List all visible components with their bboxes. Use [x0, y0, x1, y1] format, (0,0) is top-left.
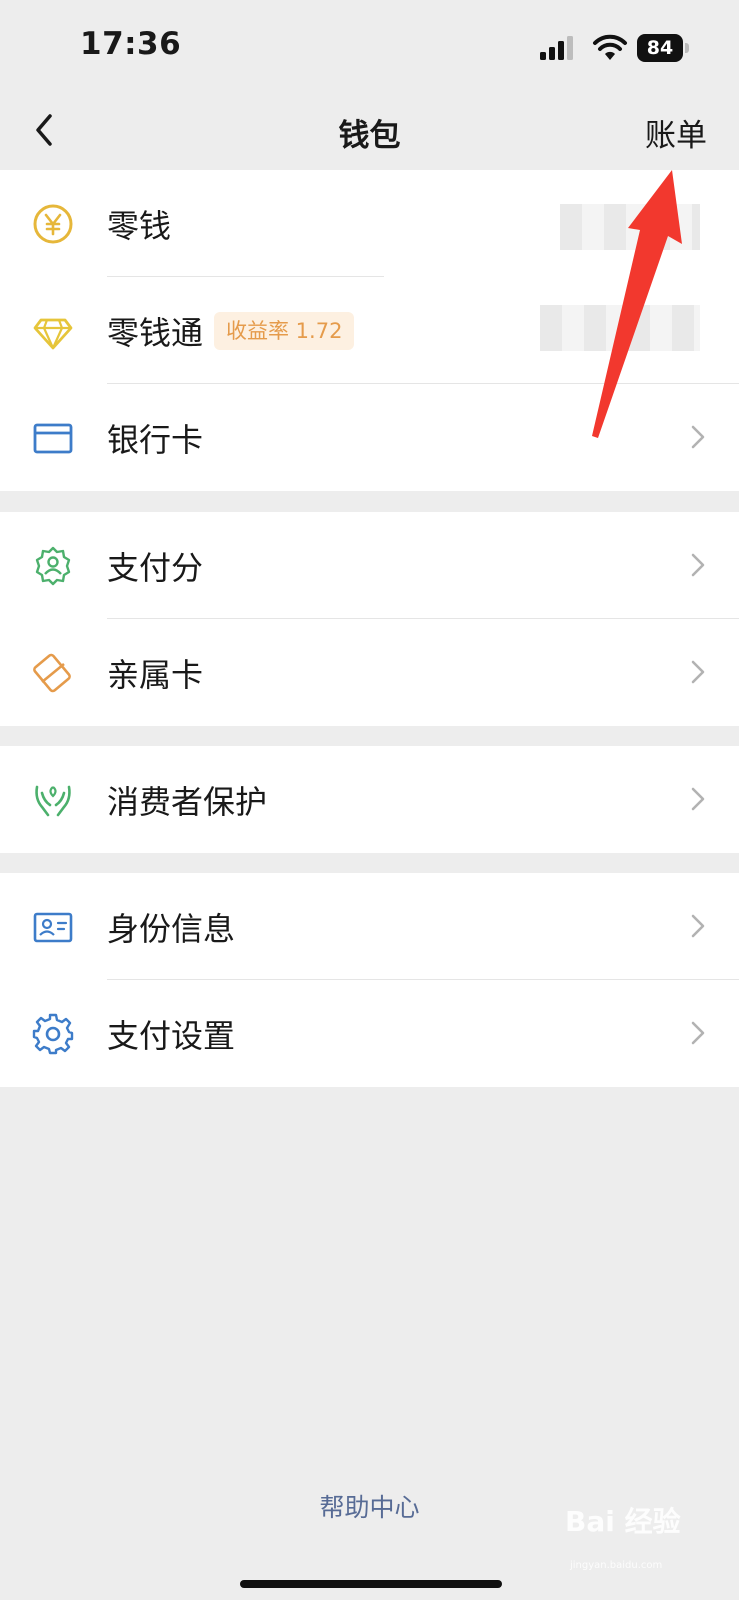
watermark-logo: Bai 经验: [565, 1505, 681, 1538]
list-item-pay-score[interactable]: 支付分: [0, 512, 739, 619]
list-item-label: 支付设置: [107, 1017, 236, 1055]
list-item-label: 消费者保护: [107, 783, 268, 821]
wallet-group-protection: 消费者保护: [0, 746, 739, 853]
list-item-label: 零钱: [107, 207, 172, 245]
wallet-group-settings: 身份信息 支付设置: [0, 873, 739, 1087]
list-item-label: 支付分: [107, 549, 204, 587]
diamond-icon: [33, 318, 73, 350]
chevron-right-icon: [691, 914, 705, 938]
hands-protect-icon: [35, 785, 71, 817]
list-item-label: 亲属卡: [107, 656, 204, 694]
yen-coin-icon: [33, 204, 73, 244]
yield-badge: 收益率 1.72: [214, 312, 355, 350]
chevron-right-icon: [691, 787, 705, 811]
annotation-arrow-icon: [592, 170, 682, 438]
wifi-icon: [593, 34, 627, 60]
wallet-group-services: 支付分 亲属卡: [0, 512, 739, 726]
cellular-signal-icon: [540, 36, 573, 60]
home-indicator[interactable]: [240, 1580, 502, 1588]
battery-indicator: 84: [637, 34, 689, 62]
list-item-label: 身份信息: [107, 910, 236, 948]
list-item-identity[interactable]: 身份信息: [0, 873, 739, 980]
family-card-icon: [33, 653, 71, 693]
badge-person-icon: [35, 546, 71, 586]
watermark-url: jingyan.baidu.com: [570, 1560, 663, 1571]
chevron-right-icon: [691, 1021, 705, 1045]
page-title: 钱包: [338, 118, 401, 154]
gear-icon: [32, 1013, 74, 1055]
list-item-family-card[interactable]: 亲属卡: [0, 619, 739, 726]
list-item-label: 零钱通: [107, 314, 204, 352]
chevron-right-icon: [691, 553, 705, 577]
chevron-right-icon: [691, 660, 705, 684]
status-time: 17:36: [80, 26, 182, 62]
list-item-pay-settings[interactable]: 支付设置: [0, 980, 739, 1087]
id-card-icon: [33, 912, 73, 943]
list-item-consumer-protection[interactable]: 消费者保护: [0, 746, 739, 853]
bill-button[interactable]: 账单: [645, 110, 707, 155]
list-item-label: 银行卡: [107, 421, 204, 459]
battery-level: 84: [637, 34, 683, 62]
bank-card-icon: [33, 423, 73, 454]
